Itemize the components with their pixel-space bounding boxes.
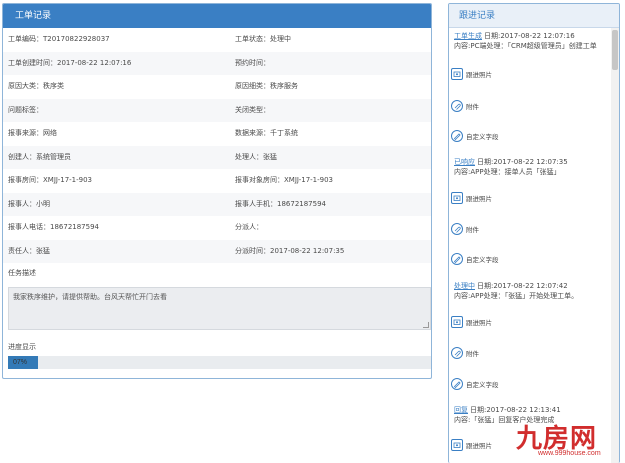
creator: 创建人：系统管理员 <box>8 152 71 161</box>
dispatch-time: 分派时间：2017-08-22 12:07:35 <box>235 246 345 255</box>
progress-bar: 07% <box>8 356 431 369</box>
status-link[interactable]: 处理中 <box>454 282 475 290</box>
custom-field-label: 自定义字段 <box>466 256 499 264</box>
order-status: 工单状态：处理中 <box>235 35 291 43</box>
scrollbar[interactable] <box>611 28 619 463</box>
responsible-person: 责任人：张猛 <box>8 246 50 255</box>
work-order-panel: 工单记录 工单编码：T20170822928037 工单状态：处理中 工单创建时… <box>2 3 432 379</box>
work-order-title: 工单记录 <box>3 4 431 28</box>
photo-icon <box>451 316 463 328</box>
task-description-textarea[interactable]: 我家秩序维护，请提供帮助。台风天帮忙开门去看 <box>8 287 431 330</box>
photo-icon <box>451 439 463 451</box>
follow-up-panel: 跟进记录 工单生成 日期:2017-08-22 12:07:16 内容:PC端处理… <box>448 3 620 463</box>
status-link[interactable]: 回复 <box>454 406 468 414</box>
data-source: 数据来源：千丁系统 <box>235 129 298 137</box>
handler: 处理人：张猛 <box>235 152 277 161</box>
photo-icon <box>451 68 463 80</box>
status-link[interactable]: 已响应 <box>454 158 475 166</box>
follow-photo-label: 跟进照片 <box>466 442 492 450</box>
info-row: 报事人：小明 报事人手机：18672187594 <box>3 192 431 216</box>
info-row: 责任人：张猛 分派时间：2017-08-22 12:07:35 <box>3 239 431 263</box>
follow-up-entry: 工单生成 日期:2017-08-22 12:07:16 内容:PC端处理：「CRM… <box>454 31 614 51</box>
paperclip-icon <box>451 347 463 359</box>
cause-subcategory: 原因细类：秩序服务 <box>235 82 298 90</box>
watermark-logo: 九房网 www.999house.com <box>512 418 624 463</box>
status-link[interactable]: 工单生成 <box>454 32 482 40</box>
task-description-label: 任务描述 <box>8 269 36 277</box>
paperclip-icon <box>451 223 463 235</box>
follow-up-entry: 已响应 日期:2017-08-22 12:07:35 内容:APP处理：接单人员「… <box>454 157 614 177</box>
dispatcher: 分派人： <box>235 223 263 231</box>
task-description-text: 我家秩序维护，请提供帮助。台风天帮忙开门去看 <box>13 293 167 301</box>
edit-icon <box>451 130 463 142</box>
follow-photo-button[interactable]: 跟进照片 <box>451 67 492 81</box>
reporter: 报事人：小明 <box>8 199 50 208</box>
attachment-label: 附件 <box>466 103 479 111</box>
progress-percent: 07% <box>13 359 28 366</box>
watermark-url: www.999house.com <box>538 450 601 457</box>
follow-photo-button[interactable]: 跟进照片 <box>451 191 492 205</box>
info-row: 创建人：系统管理员 处理人：张猛 <box>3 145 431 169</box>
info-row: 工单创建时间：2017-08-22 12:07:16 预约时间： <box>3 51 431 75</box>
info-row: 工单编码：T20170822928037 工单状态：处理中 <box>3 28 431 52</box>
attachment-button[interactable]: 附件 <box>451 99 479 113</box>
edit-icon <box>451 253 463 265</box>
entry-content: 内容:PC端处理：「CRM超级管理员」创建工单 <box>454 42 597 50</box>
entry-date: 日期:2017-08-22 12:13:41 <box>470 406 561 414</box>
photo-icon <box>451 192 463 204</box>
attachment-button[interactable]: 附件 <box>451 222 479 236</box>
entry-date: 日期:2017-08-22 12:07:16 <box>484 32 575 40</box>
entry-content: 内容:APP处理：接单人员「张猛」 <box>454 168 561 176</box>
issue-tag: 问题标签： <box>8 105 43 114</box>
report-target-room: 报事对象房间：XMJJ-17-1-903 <box>235 176 334 184</box>
info-row: 原因大类：秩序类 原因细类：秩序服务 <box>3 75 431 99</box>
edit-icon <box>451 378 463 390</box>
close-type: 关闭类型： <box>235 105 270 114</box>
created-time: 工单创建时间：2017-08-22 12:07:16 <box>8 58 132 67</box>
resize-handle-icon[interactable] <box>423 322 429 328</box>
custom-field-button[interactable]: 自定义字段 <box>451 129 499 143</box>
follow-photo-button[interactable]: 跟进照片 <box>451 315 492 329</box>
entry-content: 内容:APP处理：「张猛」开始处理工单。 <box>454 292 579 300</box>
follow-photo-label: 跟进照片 <box>466 319 492 327</box>
attachment-button[interactable]: 附件 <box>451 346 479 360</box>
info-row: 报事来源：网络 数据来源：千丁系统 <box>3 122 431 146</box>
work-order-info-grid: 工单编码：T20170822928037 工单状态：处理中 工单创建时间：201… <box>3 28 431 263</box>
custom-field-label: 自定义字段 <box>466 381 499 389</box>
paperclip-icon <box>451 100 463 112</box>
appointment-time: 预约时间： <box>235 58 270 67</box>
custom-field-label: 自定义字段 <box>466 133 499 141</box>
entry-date: 日期:2017-08-22 12:07:42 <box>477 282 568 290</box>
follow-photo-label: 跟进照片 <box>466 71 492 79</box>
order-code: 工单编码：T20170822928037 <box>8 35 110 43</box>
report-source: 报事来源：网络 <box>8 129 57 137</box>
reporter-mobile: 报事人手机：18672187594 <box>235 199 326 208</box>
attachment-label: 附件 <box>466 226 479 234</box>
follow-photo-label: 跟进照片 <box>466 195 492 203</box>
report-room: 报事房间：XMJJ-17-1-903 <box>8 176 93 184</box>
cause-category: 原因大类：秩序类 <box>8 82 64 90</box>
entry-date: 日期:2017-08-22 12:07:35 <box>477 158 568 166</box>
follow-up-entry: 处理中 日期:2017-08-22 12:07:42 内容:APP处理：「张猛」开… <box>454 281 614 301</box>
info-row: 问题标签： 关闭类型： <box>3 98 431 122</box>
reporter-phone: 报事人电话：18672187594 <box>8 223 99 231</box>
attachment-label: 附件 <box>466 350 479 358</box>
info-row: 报事房间：XMJJ-17-1-903 报事对象房间：XMJJ-17-1-903 <box>3 169 431 193</box>
progress-label: 进度显示 <box>8 343 36 351</box>
custom-field-button[interactable]: 自定义字段 <box>451 377 499 391</box>
custom-field-button[interactable]: 自定义字段 <box>451 252 499 266</box>
follow-up-title: 跟进记录 <box>449 4 619 28</box>
follow-photo-button[interactable]: 跟进照片 <box>451 438 492 452</box>
info-row: 报事人电话：18672187594 分派人： <box>3 216 431 240</box>
